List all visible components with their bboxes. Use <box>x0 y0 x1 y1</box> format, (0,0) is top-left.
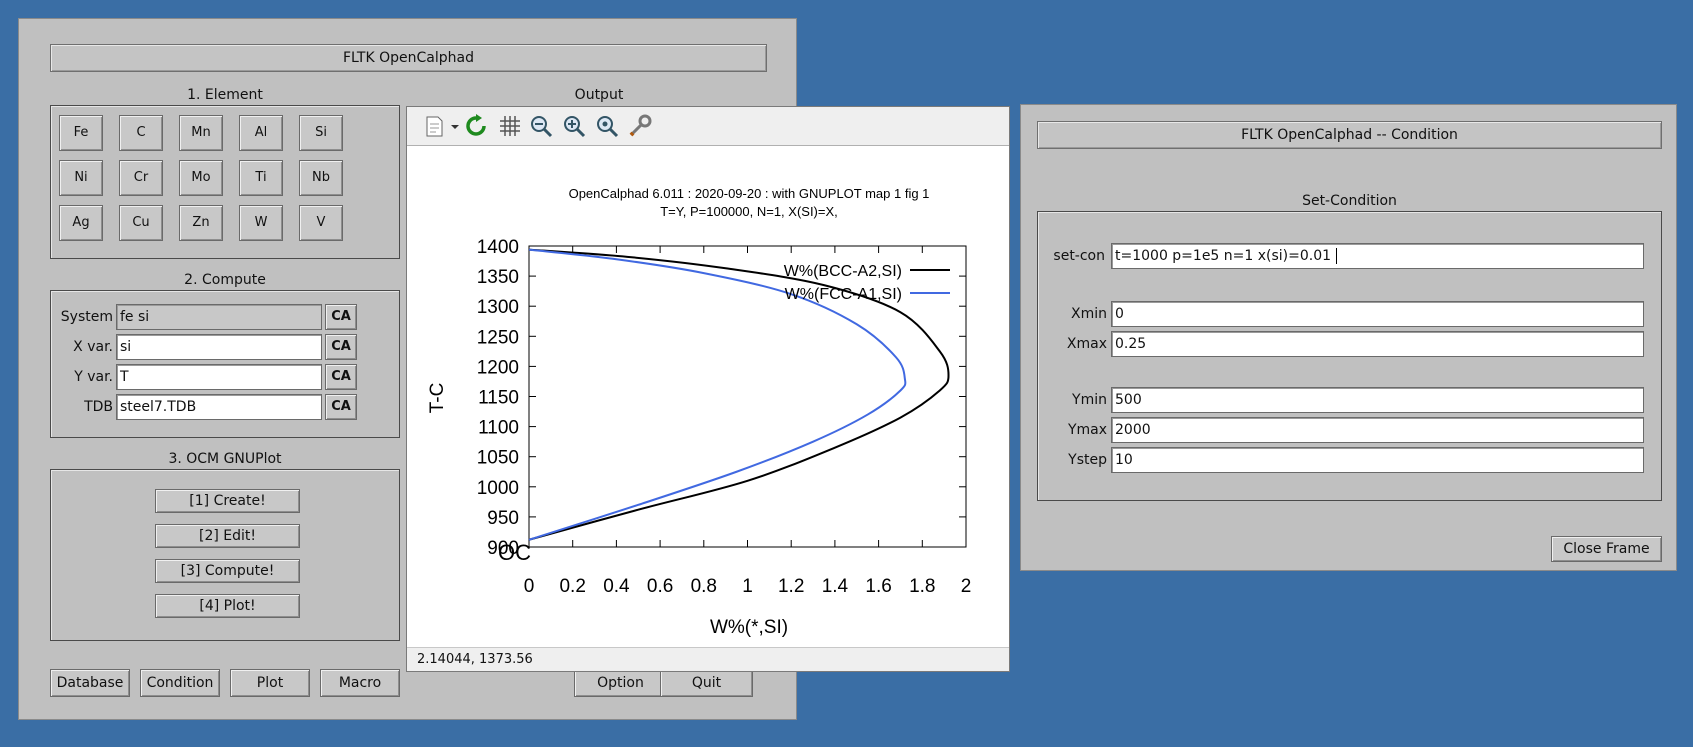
settings-icon[interactable] <box>627 114 653 138</box>
system-label: System <box>60 309 113 325</box>
element-button-ag[interactable]: Ag <box>59 205 103 241</box>
x-axis-label: W%(*,SI) <box>710 617 788 638</box>
replot-icon[interactable] <box>463 114 489 138</box>
plot-step-button[interactable]: [4] Plot! <box>155 594 300 618</box>
set-condition-label: Set-Condition <box>1302 193 1397 209</box>
ystep-input[interactable]: 10 <box>1111 447 1644 473</box>
y-tick-label: 1250 <box>477 327 519 348</box>
export-icon[interactable] <box>421 114 449 138</box>
element-button-al[interactable]: Al <box>239 115 283 151</box>
setcon-input[interactable]: t=1000 p=1e5 n=1 x(si)=0.01 ​ <box>1111 243 1644 269</box>
x-tick-label: 0.4 <box>603 576 630 597</box>
coordinate-status: 2.14044, 1373.56 <box>407 647 1009 671</box>
x-origin-label: OC <box>498 540 531 565</box>
text-cursor: ​ <box>1335 248 1337 264</box>
ymin-input[interactable]: 500 <box>1111 387 1644 413</box>
element-section-label: 1. Element <box>187 87 263 103</box>
macro-button[interactable]: Macro <box>320 669 400 697</box>
system-ca-button[interactable]: CA <box>325 304 357 330</box>
yvar-label: Y var. <box>74 369 113 385</box>
chart-title: OpenCalphad 6.011 : 2020-09-20 : with GN… <box>569 186 930 201</box>
plot-button[interactable]: Plot <box>230 669 310 697</box>
xvar-ca-button[interactable]: CA <box>325 334 357 360</box>
output-label: Output <box>574 87 624 103</box>
dropdown-arrow-icon[interactable] <box>449 114 461 138</box>
element-button-nb[interactable]: Nb <box>299 160 343 196</box>
ymin-label: Ymin <box>1072 392 1107 408</box>
system-input[interactable]: fe si <box>116 304 322 330</box>
element-button-cu[interactable]: Cu <box>119 205 163 241</box>
element-button-mo[interactable]: Mo <box>179 160 223 196</box>
option-button[interactable]: Option <box>574 669 667 697</box>
main-title: FLTK OpenCalphad <box>50 44 767 72</box>
legend-label: W%(BCC-A2,SI) <box>784 263 902 280</box>
y-tick-label: 1300 <box>477 297 519 318</box>
element-button-si[interactable]: Si <box>299 115 343 151</box>
create-step-button[interactable]: [1] Create! <box>155 489 300 513</box>
y-tick-label: 1400 <box>477 237 519 258</box>
chart-subtitle: T=Y, P=100000, N=1, X(SI)=X, <box>660 204 838 219</box>
yvar-ca-button[interactable]: CA <box>325 364 357 390</box>
y-tick-label: 1150 <box>478 388 519 409</box>
condition-button[interactable]: Condition <box>140 669 220 697</box>
element-button-ti[interactable]: Ti <box>239 160 283 196</box>
y-tick-label: 1100 <box>478 418 519 439</box>
xvar-label: X var. <box>73 339 113 355</box>
y-tick-label: 1350 <box>477 267 519 288</box>
x-tick-label: 0 <box>524 576 535 597</box>
compute-section-label: 2. Compute <box>184 272 266 288</box>
x-tick-label: 1.6 <box>865 576 891 597</box>
x-tick-label: 2 <box>961 576 972 597</box>
edit-step-button[interactable]: [2] Edit! <box>155 524 300 548</box>
setcon-label: set-con <box>1053 248 1105 264</box>
element-button-zn[interactable]: Zn <box>179 205 223 241</box>
element-button-c[interactable]: C <box>119 115 163 151</box>
x-tick-label: 1.8 <box>909 576 935 597</box>
tdb-label: TDB <box>84 399 113 415</box>
zoom-previous-icon[interactable] <box>529 114 555 138</box>
gnuplot-window: OpenCalphad 6.011 : 2020-09-20 : with GN… <box>406 106 1010 672</box>
gnuplot-toolbar <box>407 107 1009 146</box>
grid-icon[interactable] <box>497 114 523 138</box>
x-tick-label: 0.8 <box>691 576 717 597</box>
condition-title: FLTK OpenCalphad -- Condition <box>1037 121 1662 149</box>
compute-step-button[interactable]: [3] Compute! <box>155 559 300 583</box>
database-button[interactable]: Database <box>50 669 130 697</box>
zoom-next-icon[interactable] <box>562 114 588 138</box>
x-tick-label: 1.4 <box>822 576 849 597</box>
element-button-ni[interactable]: Ni <box>59 160 103 196</box>
gnuplot-section-label: 3. OCM GNUPlot <box>168 451 282 467</box>
tdb-input[interactable]: steel7.TDB <box>116 394 322 420</box>
autoscale-icon[interactable] <box>595 114 621 138</box>
close-frame-button[interactable]: Close Frame <box>1551 536 1662 562</box>
element-button-cr[interactable]: Cr <box>119 160 163 196</box>
y-tick-label: 1000 <box>477 478 519 499</box>
xmax-label: Xmax <box>1066 336 1107 352</box>
xmin-label: Xmin <box>1071 306 1107 322</box>
element-button-fe[interactable]: Fe <box>59 115 103 151</box>
xvar-input[interactable]: si <box>116 334 322 360</box>
element-button-v[interactable]: V <box>299 205 343 241</box>
tdb-ca-button[interactable]: CA <box>325 394 357 420</box>
element-button-mn[interactable]: Mn <box>179 115 223 151</box>
y-tick-label: 950 <box>487 508 519 529</box>
x-tick-label: 1 <box>742 576 753 597</box>
ymax-label: Ymax <box>1067 422 1107 438</box>
xmin-input[interactable]: 0 <box>1111 301 1644 327</box>
xmax-input[interactable]: 0.25 <box>1111 331 1644 357</box>
y-tick-label: 1200 <box>477 357 519 378</box>
ymax-input[interactable]: 2000 <box>1111 417 1644 443</box>
condition-window: FLTK OpenCalphad -- Condition Set-Condit… <box>1020 104 1677 571</box>
y-axis-label: T-C <box>427 383 448 414</box>
quit-button[interactable]: Quit <box>660 669 753 697</box>
element-button-w[interactable]: W <box>239 205 283 241</box>
phase-diagram-plot: OpenCalphad 6.011 : 2020-09-20 : with GN… <box>427 186 972 638</box>
x-tick-label: 0.2 <box>559 576 585 597</box>
x-tick-label: 0.6 <box>647 576 673 597</box>
x-tick-label: 1.2 <box>778 576 804 597</box>
legend-label: W%(FCC-A1,SI) <box>785 286 902 303</box>
yvar-input[interactable]: T <box>116 364 322 390</box>
y-tick-label: 1050 <box>477 448 519 469</box>
ystep-label: Ystep <box>1068 452 1107 468</box>
